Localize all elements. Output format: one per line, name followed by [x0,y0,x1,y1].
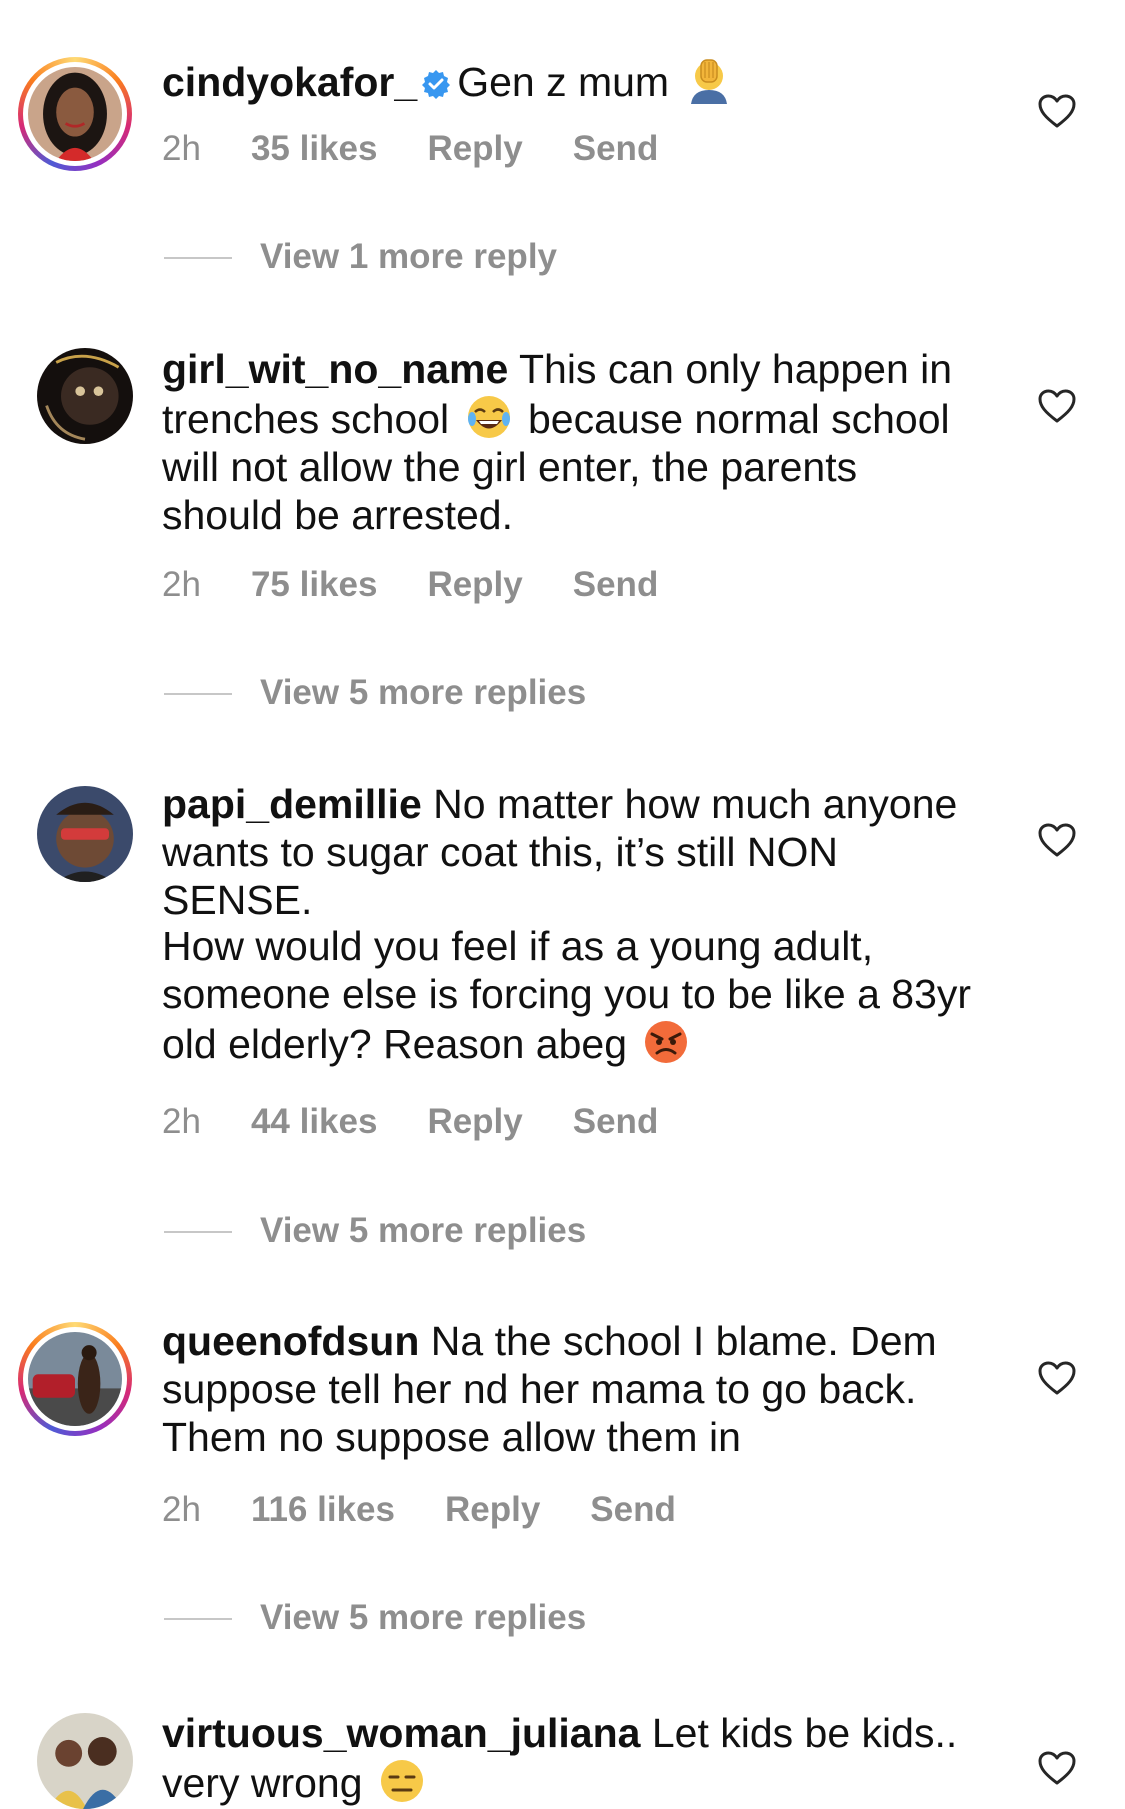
comment-body: girl_wit_no_name This can only happen in… [162,345,982,539]
avatar-story-ring[interactable] [18,1322,132,1436]
avatar[interactable] [37,1713,133,1809]
comment-username[interactable]: queenofdsun [162,1318,419,1364]
like-heart-icon[interactable] [1037,1360,1077,1396]
comment-actions: 2h 35 likes Reply Send [162,129,708,169]
comment-timestamp: 2h [162,129,201,168]
comment-body: papi_demillie No matter how much anyone … [162,780,982,1068]
verified-badge-icon [422,70,451,99]
reply-button[interactable]: Reply [427,1102,522,1141]
comment-timestamp: 2h [162,1102,201,1141]
comment-actions: 2h 44 likes Reply Send [162,1102,708,1142]
comment-likes-link[interactable]: 75 likes [251,565,378,604]
avatar[interactable] [37,786,133,882]
comment-actions: 2h 75 likes Reply Send [162,565,708,605]
comment-body: virtuous_woman_juliana Let kids be kids.… [162,1709,982,1807]
view-more-replies-label: View 5 more replies [260,673,587,712]
send-button[interactable]: Send [573,1102,659,1141]
send-button[interactable]: Send [573,129,659,168]
thread-divider-line [164,1231,232,1233]
view-more-replies-label: View 5 more replies [260,1211,587,1250]
view-more-replies-label: View 5 more replies [260,1598,587,1637]
reply-button[interactable]: Reply [427,129,522,168]
avatar [28,1332,122,1426]
comment-body: cindyokafor_ Gen z mum [162,56,982,106]
avatar [28,67,122,161]
avatar-story-ring[interactable] [18,57,132,171]
comment-body: queenofdsun Na the school I blame. Dem s… [162,1317,982,1461]
comment-text: Gen z mum [457,59,670,105]
joy-emoji-icon [467,396,510,438]
like-heart-icon[interactable] [1037,1750,1077,1786]
like-heart-icon[interactable] [1037,93,1077,129]
comment-actions: 2h 116 likes Reply Send [162,1490,726,1530]
view-more-replies-label: View 1 more reply [260,237,558,276]
comment-likes-link[interactable]: 35 likes [251,129,378,168]
avatar[interactable] [37,348,133,444]
thread-divider-line [164,257,232,259]
reply-button[interactable]: Reply [445,1490,540,1529]
comment-username[interactable]: papi_demillie [162,781,422,827]
send-button[interactable]: Send [590,1490,676,1529]
angry-emoji-icon [645,1021,688,1063]
thread-divider-line [164,693,232,695]
face-palm-emoji-icon [690,59,727,104]
comment-username[interactable]: virtuous_woman_juliana [162,1710,640,1756]
like-heart-icon[interactable] [1037,388,1077,424]
comment-likes-link[interactable]: 44 likes [251,1102,378,1141]
comment-timestamp: 2h [162,565,201,604]
comment-username[interactable]: cindyokafor_ [162,59,417,105]
comment-timestamp: 2h [162,1490,201,1529]
comment-text-continued: How would you feel if as a young adult, … [162,923,972,1067]
thread-divider-line [164,1618,232,1620]
like-heart-icon[interactable] [1037,822,1077,858]
comment-likes-link[interactable]: 116 likes [251,1490,395,1529]
reply-button[interactable]: Reply [427,565,522,604]
expressionless-emoji-icon [380,1760,423,1802]
send-button[interactable]: Send [573,565,659,604]
comment-username[interactable]: girl_wit_no_name [162,346,508,392]
